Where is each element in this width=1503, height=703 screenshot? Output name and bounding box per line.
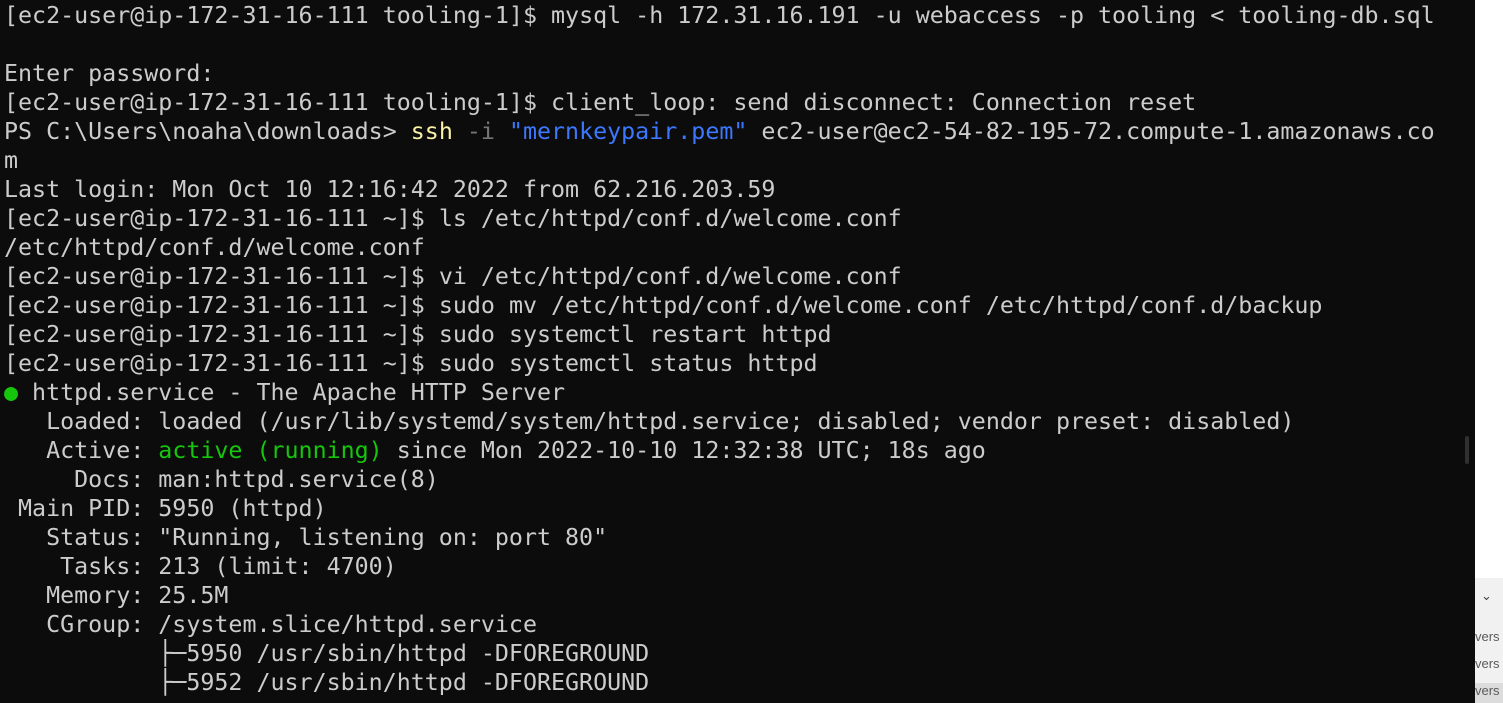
command-text: ls /etc/httpd/conf.d/welcome.conf	[438, 205, 902, 232]
status-detail: since Mon 2022-10-10 12:32:38 UTC; 18s a…	[382, 437, 986, 464]
shell-prompt: [ec2-user@ip-172-31-16-111 ~]$	[4, 350, 439, 377]
chevron-down-icon[interactable]: ⌄	[1481, 588, 1492, 604]
terminal-line: Status: "Running, listening on: port 80"	[4, 523, 607, 552]
terminal-line: m	[4, 146, 18, 175]
terminal-line: Enter password:	[4, 59, 214, 88]
output-text: Docs: man:httpd.service(8)	[4, 466, 439, 493]
terminal-line: [ec2-user@ip-172-31-16-111 ~]$ sudo mv /…	[4, 291, 1322, 320]
shell-prompt: [ec2-user@ip-172-31-16-111 ~]$	[4, 205, 439, 232]
command-text: mysql -h 172.31.16.191 -u webaccess -p t…	[551, 2, 1435, 29]
terminal-line: [ec2-user@ip-172-31-16-111 ~]$ ls /etc/h…	[4, 204, 902, 233]
output-text: Main PID: 5950 (httpd)	[4, 495, 327, 522]
command-name: ssh	[410, 118, 453, 145]
command-text: sudo mv /etc/httpd/conf.d/welcome.conf /…	[438, 292, 1323, 319]
terminal-line: [ec2-user@ip-172-31-16-111 ~]$ sudo syst…	[4, 320, 832, 349]
command-string-arg: "mernkeypair.pem"	[508, 118, 748, 145]
terminal-line: Memory: 25.5M	[4, 581, 228, 610]
terminal-line: Tasks: 213 (limit: 4700)	[4, 552, 397, 581]
output-text: Last login: Mon Oct 10 12:16:42 2022 fro…	[4, 176, 776, 203]
terminal-line: [ec2-user@ip-172-31-16-111 ~]$ sudo syst…	[4, 349, 818, 378]
status-label: Active:	[4, 437, 159, 464]
command-text: sudo systemctl restart httpd	[438, 321, 832, 348]
terminal-window[interactable]: [ec2-user@ip-172-31-16-111 tooling-1]$ m…	[0, 0, 1475, 703]
terminal-line: CGroup: /system.slice/httpd.service	[4, 610, 537, 639]
terminal-line: [ec2-user@ip-172-31-16-111 tooling-1]$ m…	[4, 1, 1435, 30]
command-text: vi /etc/httpd/conf.d/welcome.conf	[438, 263, 902, 290]
side-panel-item[interactable]: vers	[1475, 656, 1503, 671]
output-text: ├─5952 /usr/sbin/httpd -DFOREGROUND	[4, 669, 650, 696]
command-text: client_loop: send disconnect: Connection…	[551, 89, 1197, 116]
output-text: Tasks: 213 (limit: 4700)	[4, 553, 397, 580]
terminal-line: ● httpd.service - The Apache HTTP Server	[4, 378, 565, 407]
output-text: CGroup: /system.slice/httpd.service	[4, 611, 537, 638]
output-text: /etc/httpd/conf.d/welcome.conf	[4, 234, 425, 261]
output-text: Status: "Running, listening on: port 80"	[4, 524, 608, 551]
output-text: Enter password:	[4, 60, 215, 87]
active-status: active (running)	[158, 437, 383, 464]
terminal-line: /etc/httpd/conf.d/welcome.conf	[4, 233, 425, 262]
output-text: Loaded: loaded (/usr/lib/systemd/system/…	[4, 408, 1295, 435]
output-text: m	[4, 147, 19, 174]
terminal-line: Active: active (running) since Mon 2022-…	[4, 436, 986, 465]
terminal-line: [ec2-user@ip-172-31-16-111 tooling-1]$ c…	[4, 88, 1196, 117]
powershell-prompt: PS C:\Users\noaha\downloads>	[4, 118, 411, 145]
command-text: ec2-user@ec2-54-82-195-72.compute-1.amaz…	[747, 118, 1435, 145]
terminal-line: ├─5952 /usr/sbin/httpd -DFOREGROUND	[4, 668, 649, 697]
side-panel: ⌄ vers vers vers	[1475, 0, 1503, 703]
output-text: Memory: 25.5M	[4, 582, 229, 609]
status-dot-icon: ●	[4, 379, 19, 406]
terminal-line: Main PID: 5950 (httpd)	[4, 494, 327, 523]
terminal-line: Loaded: loaded (/usr/lib/systemd/system/…	[4, 407, 1294, 436]
command-flag: -i	[452, 118, 509, 145]
output-text: httpd.service - The Apache HTTP Server	[18, 379, 566, 406]
shell-prompt: [ec2-user@ip-172-31-16-111 ~]$	[4, 321, 439, 348]
terminal-line: ├─5950 /usr/sbin/httpd -DFOREGROUND	[4, 639, 649, 668]
command-text: sudo systemctl status httpd	[438, 350, 818, 377]
side-panel-item[interactable]: vers	[1475, 683, 1503, 703]
terminal-scrollbar-thumb[interactable]	[1465, 436, 1469, 464]
shell-prompt: [ec2-user@ip-172-31-16-111 ~]$	[4, 292, 439, 319]
terminal-line: [ec2-user@ip-172-31-16-111 ~]$ vi /etc/h…	[4, 262, 902, 291]
terminal-line: Last login: Mon Oct 10 12:16:42 2022 fro…	[4, 175, 775, 204]
side-panel-item[interactable]: vers	[1475, 629, 1503, 644]
terminal-line: PS C:\Users\noaha\downloads> ssh -i "mer…	[4, 117, 1435, 146]
shell-prompt: [ec2-user@ip-172-31-16-111 tooling-1]$	[4, 2, 552, 29]
shell-prompt: [ec2-user@ip-172-31-16-111 tooling-1]$	[4, 89, 552, 116]
terminal-line: Docs: man:httpd.service(8)	[4, 465, 439, 494]
output-text: ├─5950 /usr/sbin/httpd -DFOREGROUND	[4, 640, 650, 667]
shell-prompt: [ec2-user@ip-172-31-16-111 ~]$	[4, 263, 439, 290]
